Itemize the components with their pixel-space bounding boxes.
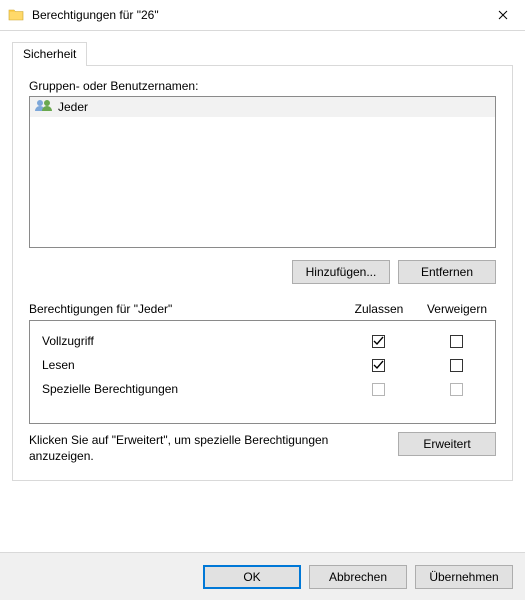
permissions-title: Berechtigungen für "Jeder" bbox=[29, 302, 340, 316]
add-button[interactable]: Hinzufügen... bbox=[292, 260, 390, 284]
permission-name: Vollzugriff bbox=[42, 334, 339, 348]
groups-label: Gruppen- oder Benutzernamen: bbox=[29, 79, 496, 93]
tab-security[interactable]: Sicherheit bbox=[12, 42, 87, 66]
allow-checkbox bbox=[372, 383, 385, 396]
permissions-listbox: Vollzugriff Lesen Spezielle Berechtigungen bbox=[29, 320, 496, 424]
permission-row: Spezielle Berechtigungen bbox=[30, 377, 495, 401]
deny-cell bbox=[417, 359, 495, 372]
deny-checkbox[interactable] bbox=[450, 359, 463, 372]
close-button[interactable] bbox=[480, 0, 525, 30]
advanced-row: Klicken Sie auf "Erweitert", um speziell… bbox=[29, 432, 496, 464]
cancel-button[interactable]: Abbrechen bbox=[309, 565, 407, 589]
permission-row: Lesen bbox=[30, 353, 495, 377]
group-icon bbox=[34, 98, 54, 115]
allow-cell bbox=[339, 383, 417, 396]
group-buttons: Hinzufügen... Entfernen bbox=[29, 260, 496, 284]
folder-icon bbox=[8, 7, 24, 23]
titlebar: Berechtigungen für "26" bbox=[0, 0, 525, 31]
tab-panel-security: Gruppen- oder Benutzernamen: Jeder Hinzu… bbox=[12, 65, 513, 481]
tabstrip: Sicherheit bbox=[12, 41, 513, 65]
deny-cell bbox=[417, 383, 495, 396]
allow-column-header: Zulassen bbox=[340, 302, 418, 316]
dialog-button-bar: OK Abbrechen Übernehmen bbox=[0, 552, 525, 600]
ok-button[interactable]: OK bbox=[203, 565, 301, 589]
allow-cell bbox=[339, 359, 417, 372]
permission-name: Lesen bbox=[42, 358, 339, 372]
permissions-header: Berechtigungen für "Jeder" Zulassen Verw… bbox=[29, 302, 496, 316]
list-item[interactable]: Jeder bbox=[30, 97, 495, 117]
deny-column-header: Verweigern bbox=[418, 302, 496, 316]
allow-cell bbox=[339, 335, 417, 348]
remove-button[interactable]: Entfernen bbox=[398, 260, 496, 284]
advanced-button[interactable]: Erweitert bbox=[398, 432, 496, 456]
client-area: Sicherheit Gruppen- oder Benutzernamen: … bbox=[0, 31, 525, 481]
list-item-label: Jeder bbox=[58, 100, 88, 114]
groups-listbox[interactable]: Jeder bbox=[29, 96, 496, 248]
deny-checkbox[interactable] bbox=[450, 335, 463, 348]
deny-checkbox bbox=[450, 383, 463, 396]
allow-checkbox[interactable] bbox=[372, 335, 385, 348]
advanced-hint: Klicken Sie auf "Erweitert", um speziell… bbox=[29, 432, 398, 464]
deny-cell bbox=[417, 335, 495, 348]
apply-button[interactable]: Übernehmen bbox=[415, 565, 513, 589]
allow-checkbox[interactable] bbox=[372, 359, 385, 372]
permission-name: Spezielle Berechtigungen bbox=[42, 382, 339, 396]
window-title: Berechtigungen für "26" bbox=[32, 8, 159, 22]
permission-row: Vollzugriff bbox=[30, 329, 495, 353]
